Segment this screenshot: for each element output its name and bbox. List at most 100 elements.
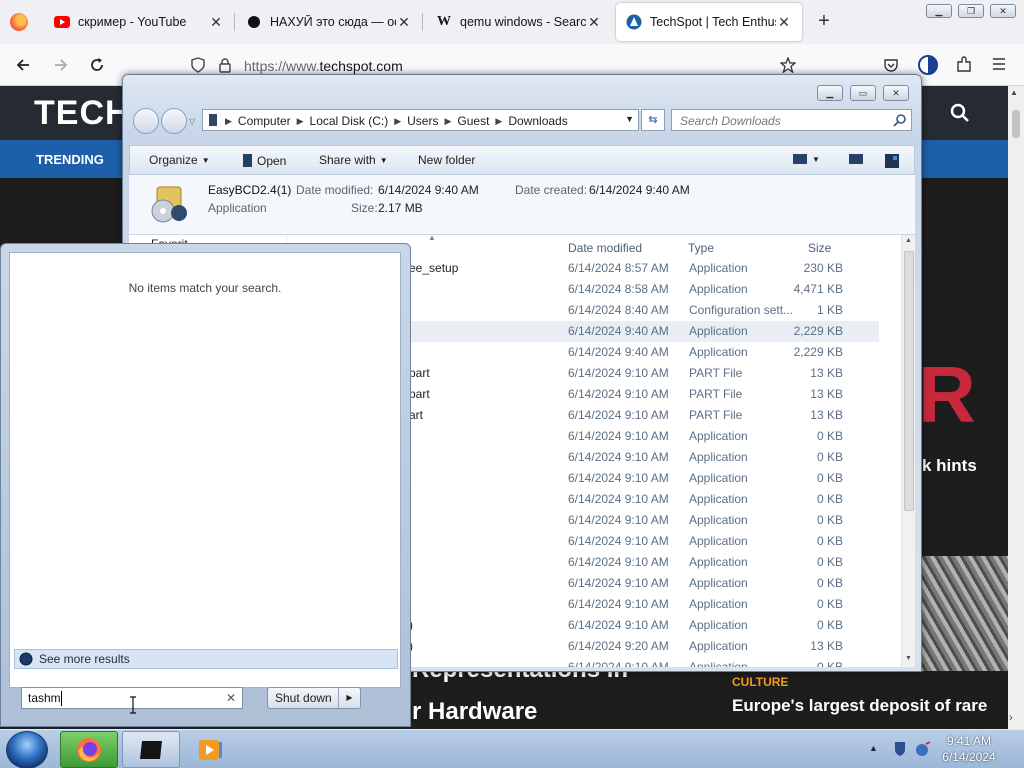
back-arrow-icon[interactable] xyxy=(12,54,34,76)
selected-file-kind: Application xyxy=(208,201,267,215)
extensions-puzzle-icon[interactable] xyxy=(955,56,973,74)
file-type: Application xyxy=(689,534,748,548)
scrollbar-thumb[interactable] xyxy=(904,251,914,511)
firefox-icon xyxy=(75,736,103,764)
file-size: 13 KB xyxy=(810,387,843,401)
shutdown-options-arrow-icon[interactable]: ▶ xyxy=(338,688,360,708)
file-size: 0 KB xyxy=(816,471,843,485)
file-type: Application xyxy=(689,450,748,464)
media-player-icon[interactable] xyxy=(197,738,223,762)
file-type: Application xyxy=(689,324,748,338)
shield-icon[interactable] xyxy=(190,57,206,73)
category-label[interactable]: CULTURE xyxy=(732,675,788,689)
explorer-back-button[interactable] xyxy=(133,108,159,134)
tab-close-icon[interactable]: ✕ xyxy=(208,14,224,30)
extension-dark-reader-icon[interactable] xyxy=(918,55,938,75)
preview-pane-button[interactable] xyxy=(848,153,864,165)
file-date-modified: 6/14/2024 9:10 AM xyxy=(568,471,669,485)
breadcrumb-downloads[interactable]: Downloads xyxy=(508,114,567,128)
scroll-right-icon[interactable]: › xyxy=(1009,712,1013,724)
pocket-icon[interactable] xyxy=(883,57,899,73)
tab-title: TechSpot | Tech Enthusia xyxy=(650,15,776,29)
taskbar-firefox-button[interactable] xyxy=(60,731,118,768)
breadcrumb-local-disk[interactable]: Local Disk (C:) xyxy=(310,114,389,128)
recent-pages-icon[interactable]: ▽ xyxy=(189,117,195,126)
scrollbar-thumb[interactable] xyxy=(1012,110,1020,138)
file-size: 4,471 KB xyxy=(793,282,843,296)
new-folder-button[interactable]: New folder xyxy=(418,153,475,167)
clear-search-icon[interactable]: ✕ xyxy=(226,691,236,705)
explorer-close-button[interactable]: ✕ xyxy=(883,85,909,101)
shut-down-button[interactable]: Shut down ▶ xyxy=(267,687,361,709)
browser-tab-bar: скример - YouTube ✕ НАХУЙ это сюда — оф … xyxy=(0,0,1024,44)
tab-search[interactable]: W qemu windows - Search ✕ xyxy=(426,3,612,41)
tab-techspot[interactable]: TechSpot | Tech Enthusia ✕ xyxy=(616,3,802,41)
hamburger-menu-icon[interactable] xyxy=(991,56,1007,72)
file-date-modified: 6/14/2024 9:10 AM xyxy=(568,513,669,527)
breadcrumb-users[interactable]: Users xyxy=(407,114,438,128)
file-date-modified: 6/14/2024 9:10 AM xyxy=(568,492,669,506)
firefox-menu-icon[interactable] xyxy=(10,13,28,31)
tab-close-icon[interactable]: ✕ xyxy=(586,14,602,30)
headline-fragment[interactable]: r Hardware xyxy=(412,698,537,726)
site-logo[interactable]: TECH xyxy=(34,94,131,133)
file-list-scrollbar[interactable]: ▲ ▼ xyxy=(901,235,915,667)
taskbar-terminal-button[interactable] xyxy=(122,731,180,768)
breadcrumb-computer[interactable]: Computer xyxy=(238,114,291,128)
file-date-modified: 6/14/2024 9:20 AM xyxy=(568,639,669,653)
explorer-maximize-button[interactable]: ▭ xyxy=(850,85,876,101)
share-with-button[interactable]: Share with ▼ xyxy=(319,153,388,167)
no-results-message: No items match your search. xyxy=(128,281,282,295)
system-clock[interactable]: 9:41 AM 6/14/2024 xyxy=(926,733,1012,765)
file-type: Application xyxy=(689,282,748,296)
see-more-results-link[interactable]: See more results xyxy=(14,649,398,669)
file-type: PART File xyxy=(689,408,743,422)
trending-label[interactable]: TRENDING xyxy=(36,152,104,167)
reload-icon[interactable] xyxy=(86,54,108,76)
help-icon[interactable] xyxy=(884,153,900,169)
tab-close-icon[interactable]: ✕ xyxy=(776,14,792,30)
action-center-flag-icon[interactable] xyxy=(892,740,908,758)
file-date-modified: 6/14/2024 9:40 AM xyxy=(568,324,669,338)
article-image-crystal[interactable] xyxy=(915,556,1008,671)
article-title[interactable]: Europe's largest deposit of rare xyxy=(732,696,987,716)
article-title-fragment[interactable]: k hints xyxy=(922,456,977,476)
start-button[interactable] xyxy=(6,731,48,768)
browser-scrollbar[interactable]: ▲ › xyxy=(1008,86,1024,729)
window-close-button[interactable]: ✕ xyxy=(990,4,1016,18)
lock-icon[interactable] xyxy=(218,57,232,73)
tab-title: скример - YouTube xyxy=(78,15,187,29)
tab-close-icon[interactable]: ✕ xyxy=(396,14,412,30)
chevron-down-icon: ▼ xyxy=(201,155,210,165)
forward-arrow-icon[interactable] xyxy=(50,54,72,76)
text-cursor-icon xyxy=(130,696,136,714)
refresh-icon[interactable]: ⇆ xyxy=(641,109,665,131)
window-restore-button[interactable]: ❐ xyxy=(958,4,984,18)
file-name: art xyxy=(409,408,424,422)
organize-button[interactable]: Organize ▼ xyxy=(149,153,210,167)
bookmark-star-icon[interactable] xyxy=(780,57,796,73)
article-image[interactable]: R xyxy=(918,349,976,441)
tab-site[interactable]: НАХУЙ это сюда — оф ✕ xyxy=(236,3,423,41)
explorer-forward-button[interactable] xyxy=(161,108,187,134)
address-dropdown-icon[interactable]: ▼ xyxy=(625,114,634,124)
tab-youtube[interactable]: скример - YouTube ✕ xyxy=(44,3,235,41)
search-icon[interactable] xyxy=(950,103,970,123)
explorer-minimize-button[interactable]: ▁ xyxy=(817,85,843,101)
breadcrumb: ▶ Computer ▶ Local Disk (C:) ▶ Users ▶ G… xyxy=(225,114,568,128)
file-date-modified: 6/14/2024 9:10 AM xyxy=(568,450,669,464)
search-icon[interactable] xyxy=(893,113,907,127)
open-button[interactable]: Open xyxy=(242,153,286,168)
explorer-address-bar[interactable]: ▶ Computer ▶ Local Disk (C:) ▶ Users ▶ G… xyxy=(202,109,639,131)
file-type: Application xyxy=(689,618,748,632)
tab-title: НАХУЙ это сюда — оф xyxy=(270,15,396,29)
show-hidden-icons-icon[interactable]: ▲ xyxy=(869,743,878,753)
window-minimize-button[interactable]: ▁ xyxy=(926,4,952,18)
explorer-search-input[interactable]: Search Downloads xyxy=(671,109,912,131)
app-icon xyxy=(242,153,253,168)
scroll-down-icon: ▼ xyxy=(905,655,912,662)
breadcrumb-guest[interactable]: Guest xyxy=(457,114,489,128)
change-view-button[interactable]: ▼ xyxy=(792,153,820,165)
new-tab-icon[interactable]: + xyxy=(812,10,836,34)
file-date-modified: 6/14/2024 9:10 AM xyxy=(568,555,669,569)
